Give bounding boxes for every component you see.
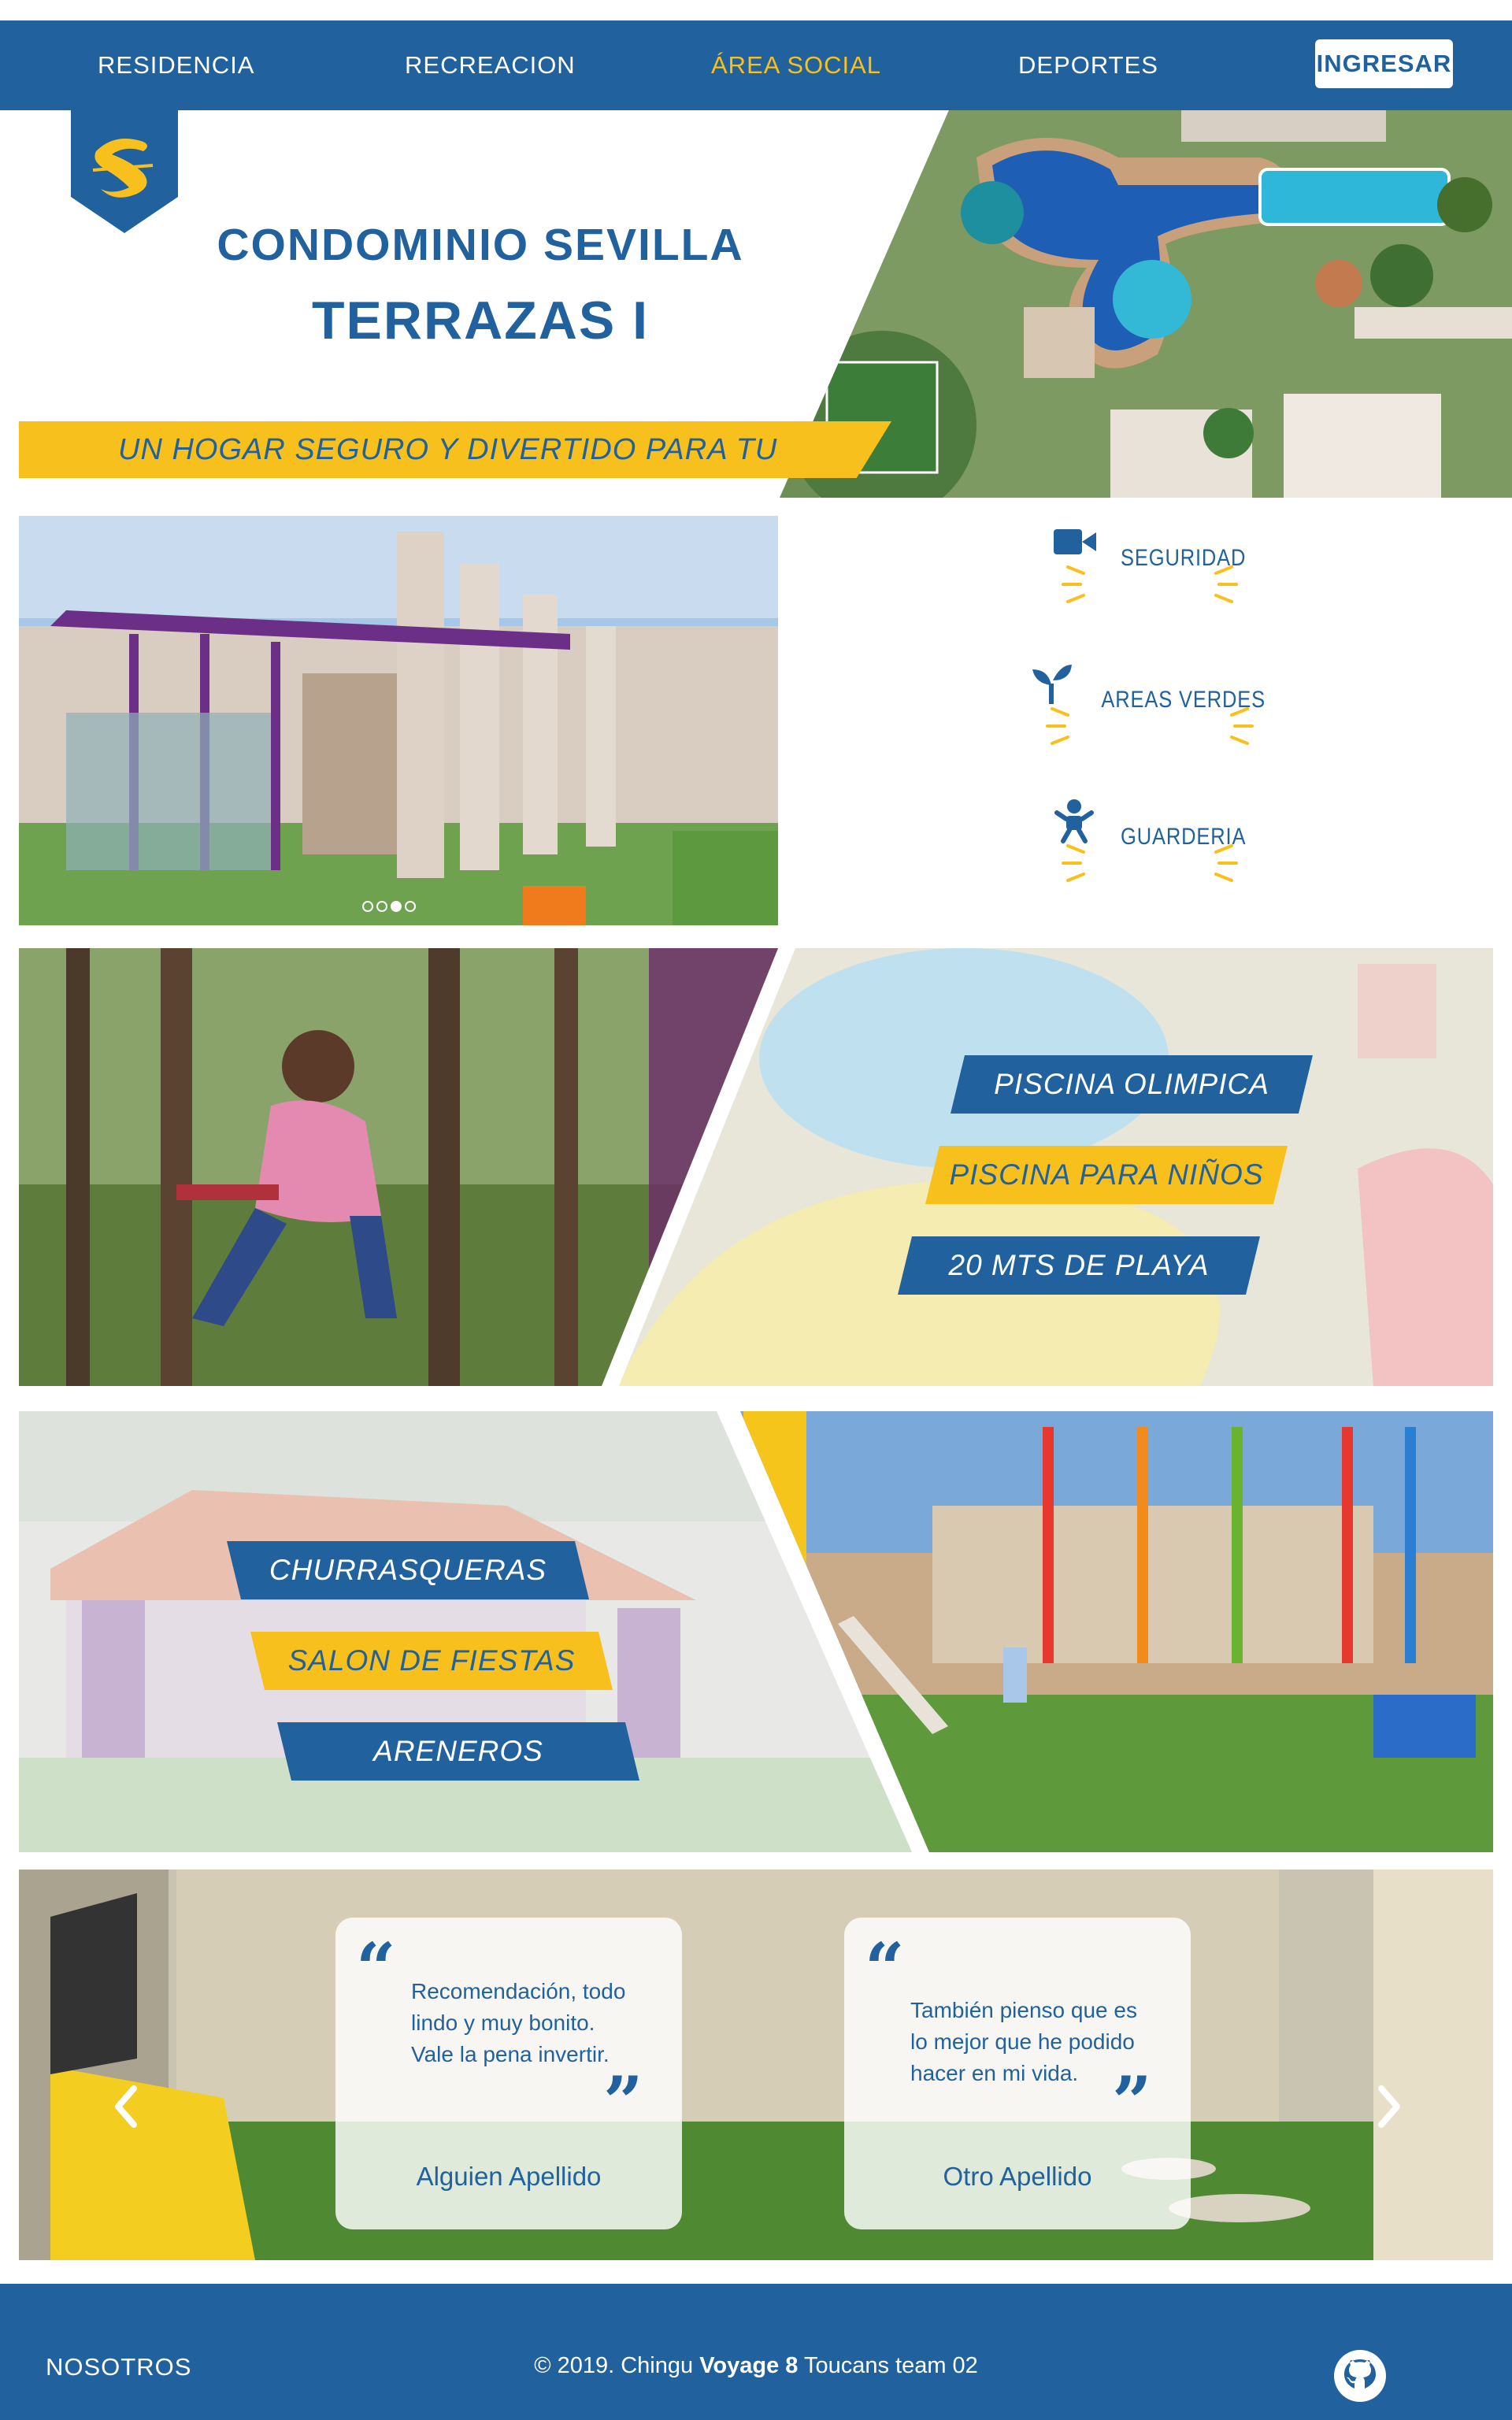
banner-areneros: ARENEROS (277, 1722, 639, 1781)
quote-close-icon: ” (1112, 2061, 1152, 2143)
carousel-dot[interactable] (376, 901, 387, 912)
feature-guarderia: GUARDERIA (788, 797, 1512, 882)
testimonial-text: También pienso que es lo mejor que he po… (910, 1998, 1137, 2085)
hero-slogan: UN HOGAR SEGURO Y DIVERTIDO PARA TU FAMI… (19, 421, 891, 478)
copyright-bold: Voyage 8 (699, 2353, 799, 2378)
nav-item-residencia[interactable]: RESIDENCIA (98, 20, 254, 110)
hero-section: CONDOMINIO SEVILLA TERRAZAS I UN HOGAR S… (0, 110, 1512, 498)
nav-item-recreacion[interactable]: RECREACION (405, 20, 576, 110)
chevron-right-icon[interactable] (1364, 2079, 1411, 2134)
login-button[interactable]: INGRESAR (1315, 39, 1453, 88)
feature-label: GUARDERIA (1120, 824, 1246, 850)
quote-open-icon: “ (356, 1927, 396, 2009)
quote-open-icon: “ (865, 1927, 905, 2009)
feature-areas-verdes: AREAS VERDES (788, 660, 1512, 745)
social-section-photos (19, 1411, 1493, 1852)
nav-item-deportes[interactable]: DEPORTES (1018, 20, 1158, 110)
feature-label: AREAS VERDES (1100, 687, 1266, 713)
testimonial-author: Otro Apellido (943, 2162, 1092, 2191)
hero-title: CONDOMINIO SEVILLA (217, 220, 744, 270)
feature-seguridad: SEGURIDAD (788, 518, 1512, 603)
hero-subtitle: TERRAZAS I (312, 291, 649, 350)
carousel-dot[interactable] (362, 901, 373, 912)
nav-item-area-social[interactable]: ÁREA SOCIAL (711, 20, 881, 110)
banner-playa: 20 MTS DE PLAYA (898, 1236, 1260, 1295)
feature-label: SEGURIDAD (1120, 545, 1246, 571)
testimonials-background-photo (19, 1870, 1493, 2260)
carousel-dot-active[interactable] (391, 901, 402, 912)
testimonial-text: Recomendación, todo lindo y muy bonito. … (411, 1979, 626, 2066)
testimonial-card: “ Recomendación, todo lindo y muy bonito… (335, 1918, 682, 2229)
residence-photo (19, 516, 778, 925)
carousel-indicators (362, 901, 416, 912)
testimonial-card: “ También pienso que es lo mejor que he … (844, 1918, 1191, 2229)
carousel-dot[interactable] (405, 901, 416, 912)
features-list: SEGURIDAD AREAS VERDES GUARDERIA (788, 512, 1512, 929)
condominium-logo[interactable] (71, 110, 178, 233)
banner-piscina-ninos: PISCINA PARA NIÑOS (925, 1146, 1288, 1204)
copyright-text: © 2019. Chingu Voyage 8 Toucans team 02 (0, 2353, 1512, 2379)
banner-salon-fiestas: SALON DE FIESTAS (250, 1632, 613, 1690)
page-footer: NOSOTROS © 2019. Chingu Voyage 8 Toucans… (0, 2284, 1512, 2420)
chevron-left-icon[interactable] (104, 2079, 151, 2134)
copyright-prefix: © 2019. Chingu (534, 2353, 694, 2378)
banner-piscina-olimpica: PISCINA OLIMPICA (951, 1055, 1313, 1114)
copyright-suffix: Toucans team 02 (803, 2353, 978, 2378)
github-icon[interactable] (1332, 2348, 1388, 2403)
banner-churrasqueras: CHURRASQUERAS (227, 1541, 589, 1599)
top-navigation: RESIDENCIA RECREACION ÁREA SOCIAL DEPORT… (0, 20, 1512, 110)
quote-close-icon: ” (603, 2061, 643, 2143)
testimonial-author: Alguien Apellido (416, 2162, 602, 2191)
